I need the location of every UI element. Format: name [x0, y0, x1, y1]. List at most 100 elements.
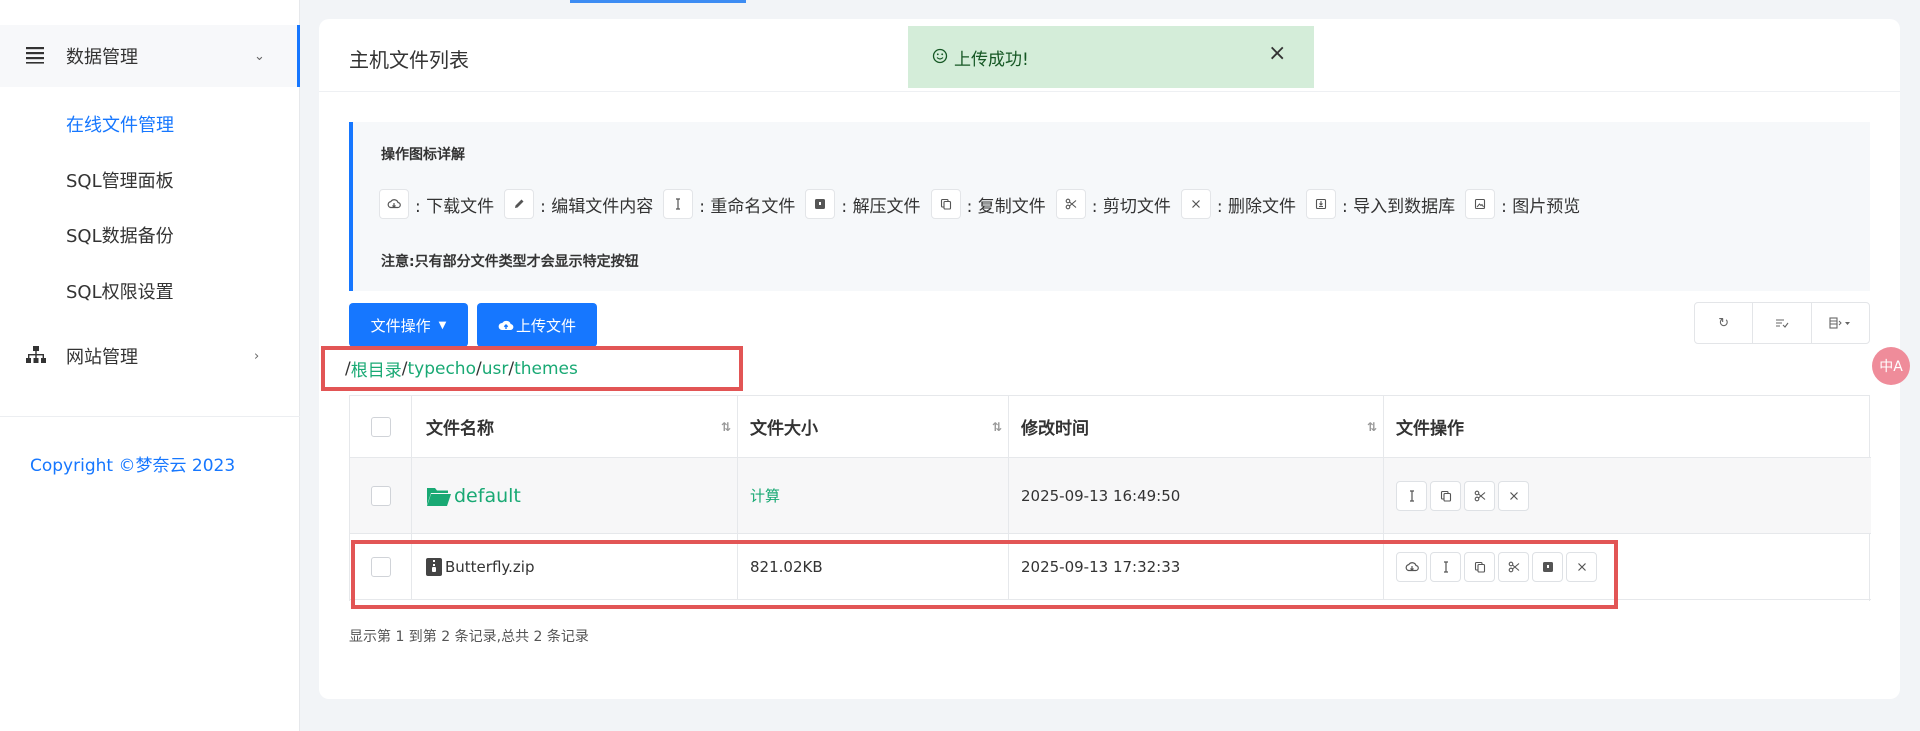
folder-link[interactable]: default	[426, 485, 521, 507]
cloud-download-icon	[379, 189, 409, 219]
select-all-cell	[350, 396, 412, 457]
page-title: 主机文件列表	[349, 48, 469, 72]
actions-cell	[1384, 458, 1871, 533]
list-check-icon	[1775, 318, 1789, 328]
calculate-size-link[interactable]: 计算	[750, 485, 780, 506]
refresh-icon: ↻	[1718, 315, 1730, 331]
copy-icon	[1474, 561, 1485, 573]
sidebar-group-label: 网站管理	[66, 347, 138, 368]
help-title: 操作图标详解	[381, 147, 465, 163]
column-label: 文件操作	[1396, 419, 1464, 439]
toast-message: 上传成功!	[954, 49, 1029, 70]
actions-cell	[1384, 534, 1871, 599]
copy-button[interactable]	[1430, 480, 1461, 511]
column-label: 文件大小	[750, 419, 818, 439]
rename-button[interactable]	[1430, 551, 1461, 582]
sidebar-item-sql-backup[interactable]: SQL数据备份	[66, 222, 174, 248]
breadcrumb-themes[interactable]: themes	[514, 359, 578, 379]
scissors-icon	[1055, 189, 1086, 219]
cursor-icon	[1443, 560, 1448, 573]
column-header-size[interactable]: 文件大小 ⇅	[738, 396, 1009, 457]
folder-name: default	[454, 484, 521, 507]
cloud-download-icon	[1405, 561, 1419, 571]
delete-button[interactable]	[1566, 551, 1597, 582]
divider	[319, 91, 1900, 92]
help-label: : 重命名文件	[699, 196, 796, 217]
file-ops-label: 文件操作	[370, 316, 431, 335]
zip-file-icon	[426, 557, 442, 576]
columns-icon	[1829, 317, 1851, 329]
sidebar-item-sql-permissions[interactable]: SQL权限设置	[66, 278, 174, 304]
toggle-view-button[interactable]	[1753, 303, 1812, 343]
help-label: : 编辑文件内容	[540, 196, 654, 217]
chevron-right-icon: ›	[254, 348, 260, 364]
download-button[interactable]	[1396, 551, 1427, 582]
scissors-icon	[1508, 561, 1519, 572]
upload-label: 上传文件	[515, 316, 576, 335]
folder-icon	[426, 485, 452, 507]
sort-icon: ⇅	[991, 419, 1002, 434]
close-icon	[1509, 491, 1518, 500]
help-icon-legend: : 下载文件 : 编辑文件内容 : 重命名文件 : 解压文件 : 复制文件 : …	[379, 189, 1590, 219]
image-icon	[1465, 189, 1496, 219]
file-operations-dropdown[interactable]: 文件操作 ▼	[349, 303, 468, 347]
rename-button[interactable]	[1396, 480, 1427, 511]
select-all-checkbox[interactable]	[370, 416, 391, 437]
breadcrumb-typecho[interactable]: typecho	[407, 359, 476, 379]
success-toast: 上传成功! ×	[908, 26, 1314, 88]
delete-button[interactable]	[1498, 480, 1529, 511]
pencil-icon	[504, 189, 535, 219]
file-link[interactable]: Butterfly.zip	[426, 557, 535, 576]
file-name-cell: Butterfly.zip	[412, 534, 738, 599]
file-size-cell: 计算	[738, 458, 1009, 533]
file-name: Butterfly.zip	[445, 557, 535, 576]
sidebar-item-online-file-management[interactable]: 在线文件管理	[66, 111, 174, 137]
close-icon[interactable]: ×	[1268, 41, 1286, 66]
upload-file-button[interactable]: 上传文件	[477, 303, 597, 347]
copy-button[interactable]	[1464, 551, 1495, 582]
column-label: 修改时间	[1021, 419, 1089, 439]
breadcrumb-usr[interactable]: usr	[482, 359, 509, 379]
breadcrumb-root[interactable]: 根目录	[351, 356, 402, 381]
translate-icon: 中A	[1879, 359, 1903, 375]
scissors-icon	[1474, 490, 1485, 501]
column-header-name[interactable]: 文件名称 ⇅	[412, 396, 738, 457]
columns-dropdown-button[interactable]	[1812, 303, 1869, 343]
help-label: : 删除文件	[1216, 196, 1296, 217]
sidebar-item-sql-panel[interactable]: SQL管理面板	[66, 167, 174, 193]
file-name-cell: default	[412, 458, 738, 533]
row-select-cell	[350, 534, 412, 599]
extract-button[interactable]	[1532, 551, 1563, 582]
cloud-upload-icon	[498, 319, 514, 332]
file-list-card: 主机文件列表 操作图标详解 : 下载文件 : 编辑文件内容 : 重命名文件 : …	[319, 19, 1900, 699]
row-checkbox[interactable]	[370, 556, 391, 577]
row-checkbox[interactable]	[370, 485, 391, 506]
file-size-cell: 821.02KB	[738, 534, 1009, 599]
table-tools: ↻	[1694, 302, 1870, 344]
sidebar-group-data-management[interactable]: 数据管理 ⌄	[0, 25, 300, 87]
caret-down-icon: ▼	[438, 319, 447, 331]
copyright-text: Copyright ©梦奈云 2023	[30, 456, 236, 476]
refresh-button[interactable]: ↻	[1695, 303, 1754, 343]
pagination-summary: 显示第 1 到第 2 条记录,总共 2 条记录	[349, 629, 589, 645]
translate-widget[interactable]: 中A	[1872, 347, 1910, 385]
sitemap-icon	[26, 346, 48, 366]
column-header-modified[interactable]: 修改时间 ⇅	[1009, 396, 1384, 457]
table-header-row: 文件名称 ⇅ 文件大小 ⇅ 修改时间 ⇅ 文件操作	[350, 396, 1871, 458]
modified-time: 2025-09-13 17:32:33	[1021, 557, 1181, 576]
sort-icon: ⇅	[720, 419, 731, 434]
close-icon	[1180, 189, 1211, 219]
smile-icon	[932, 48, 948, 64]
sidebar-group-site-management[interactable]: 网站管理 ›	[0, 325, 300, 387]
breadcrumb: / 根目录 / typecho / usr / themes	[321, 346, 743, 391]
cut-button[interactable]	[1498, 551, 1529, 582]
help-label: : 复制文件	[966, 196, 1046, 217]
column-header-actions: 文件操作	[1384, 396, 1871, 457]
copy-icon	[1440, 490, 1451, 502]
help-label: : 剪切文件	[1091, 196, 1171, 217]
chevron-down-icon: ⌄	[254, 48, 265, 64]
cut-button[interactable]	[1464, 480, 1495, 511]
file-size: 821.02KB	[750, 557, 823, 576]
column-label: 文件名称	[426, 419, 494, 439]
sidebar: 数据管理 ⌄ 在线文件管理 SQL管理面板 SQL数据备份 SQL权限设置 网站…	[0, 0, 300, 731]
